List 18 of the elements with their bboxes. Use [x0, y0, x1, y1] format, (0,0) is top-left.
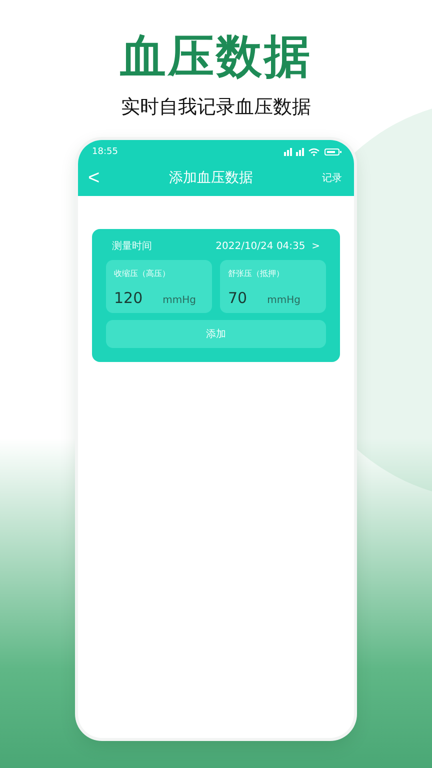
add-button[interactable]: 添加	[106, 320, 326, 348]
status-time: 18:55	[92, 147, 118, 157]
field-label: 舒张压（抵押）	[228, 268, 285, 279]
input-field[interactable]: 收缩压（高压） 120 mmHg	[106, 260, 212, 313]
time-label: 测量时间	[112, 240, 152, 253]
headline: 血压数据	[120, 28, 312, 85]
back-button[interactable]: <	[88, 166, 100, 190]
status-icons	[284, 148, 342, 156]
subtitle: 实时自我记录血压数据	[121, 95, 311, 120]
time-picker[interactable]: 2022/10/24 04:35 >	[216, 240, 320, 252]
field-value: 70	[228, 289, 248, 307]
page-title: 添加血压数据	[168, 169, 253, 187]
field-label: 收缩压（高压）	[114, 268, 171, 279]
field-value: 120	[114, 289, 143, 307]
input-field[interactable]: 舒张压（抵押） 70 mmHg	[220, 260, 326, 313]
records-button[interactable]: 记录	[322, 171, 342, 185]
unit-label: mmHg	[162, 295, 196, 306]
unit-label: mmHg	[267, 295, 300, 306]
